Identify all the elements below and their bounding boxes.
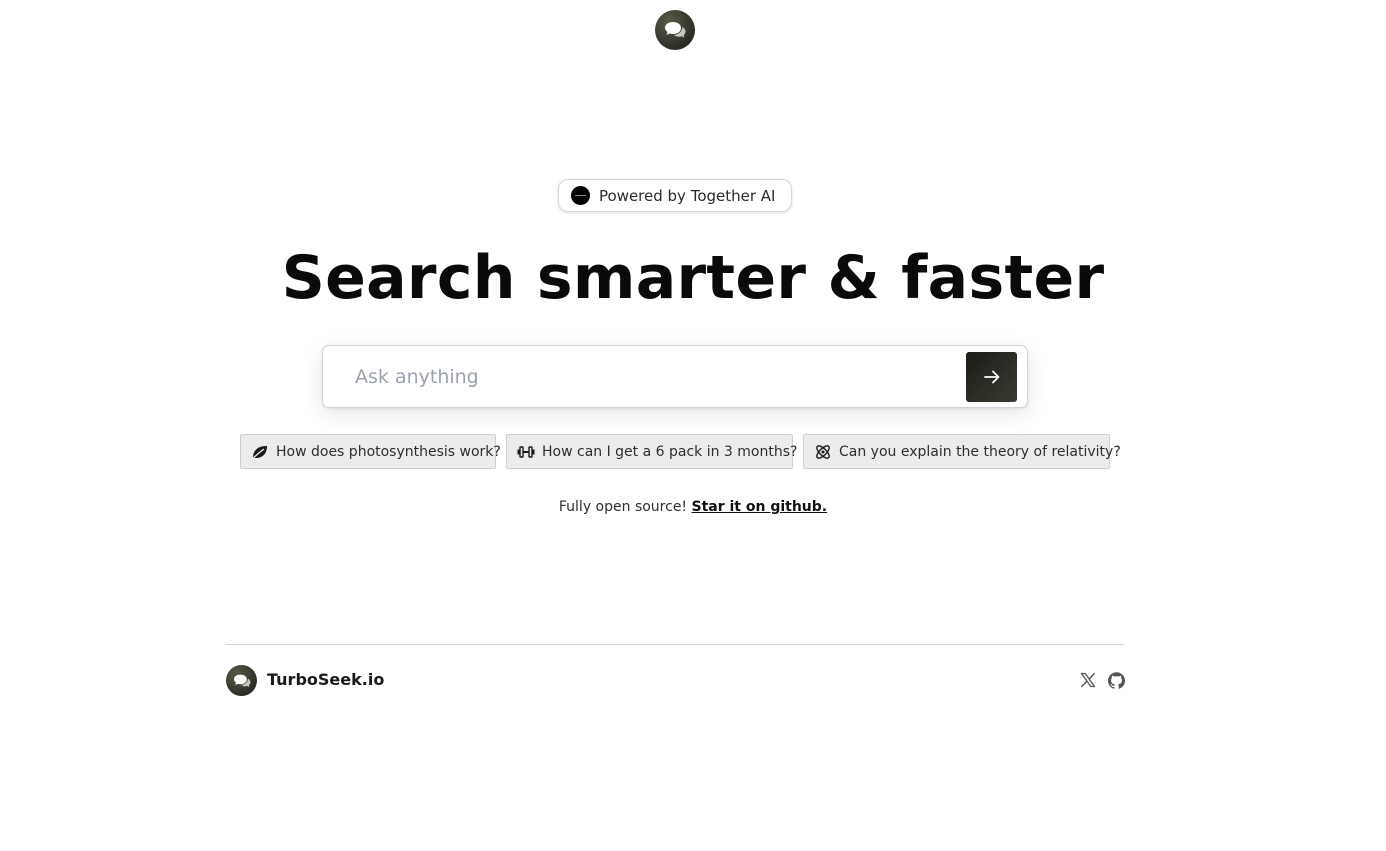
search-input[interactable]	[324, 347, 954, 406]
search-box	[322, 345, 1028, 408]
chat-bubble-icon[interactable]	[226, 665, 257, 696]
suggestion-label: How can I get a 6 pack in 3 months?	[542, 443, 798, 460]
suggestion-label: Can you explain the theory of relativity…	[839, 443, 1121, 460]
open-source-note: Fully open source! Star it on github.	[0, 499, 1386, 515]
suggestion-chip[interactable]: Can you explain the theory of relativity…	[803, 434, 1121, 469]
atom-icon	[816, 444, 830, 459]
github-icon[interactable]	[1107, 671, 1125, 689]
chat-bubble-icon[interactable]	[655, 10, 695, 50]
powered-by-badge[interactable]: Powered by Together AI	[558, 179, 792, 212]
search-submit-button[interactable]	[966, 352, 1017, 402]
open-source-text: Fully open source!	[558, 499, 688, 515]
leaf-icon	[251, 445, 267, 460]
together-ai-icon	[571, 186, 590, 205]
suggestion-chip[interactable]: How can I get a 6 pack in 3 months?	[506, 434, 797, 469]
footer-divider	[226, 644, 1124, 645]
x-icon[interactable]	[1079, 671, 1097, 689]
github-star-link[interactable]: Star it on github.	[692, 499, 828, 515]
suggestion-label: How does photosynthesis work?	[276, 443, 501, 460]
page: Powered by Together AI Search smarter & …	[0, 0, 1386, 851]
arrow-right-icon	[983, 370, 999, 384]
dumbbell-icon	[517, 445, 535, 458]
footer-brand[interactable]: TurboSeek.io	[267, 670, 384, 689]
page-title: Search smarter & faster	[281, 243, 1105, 313]
suggestion-chip[interactable]: How does photosynthesis work?	[240, 434, 501, 469]
badge-text: Powered by Together AI	[599, 186, 776, 205]
